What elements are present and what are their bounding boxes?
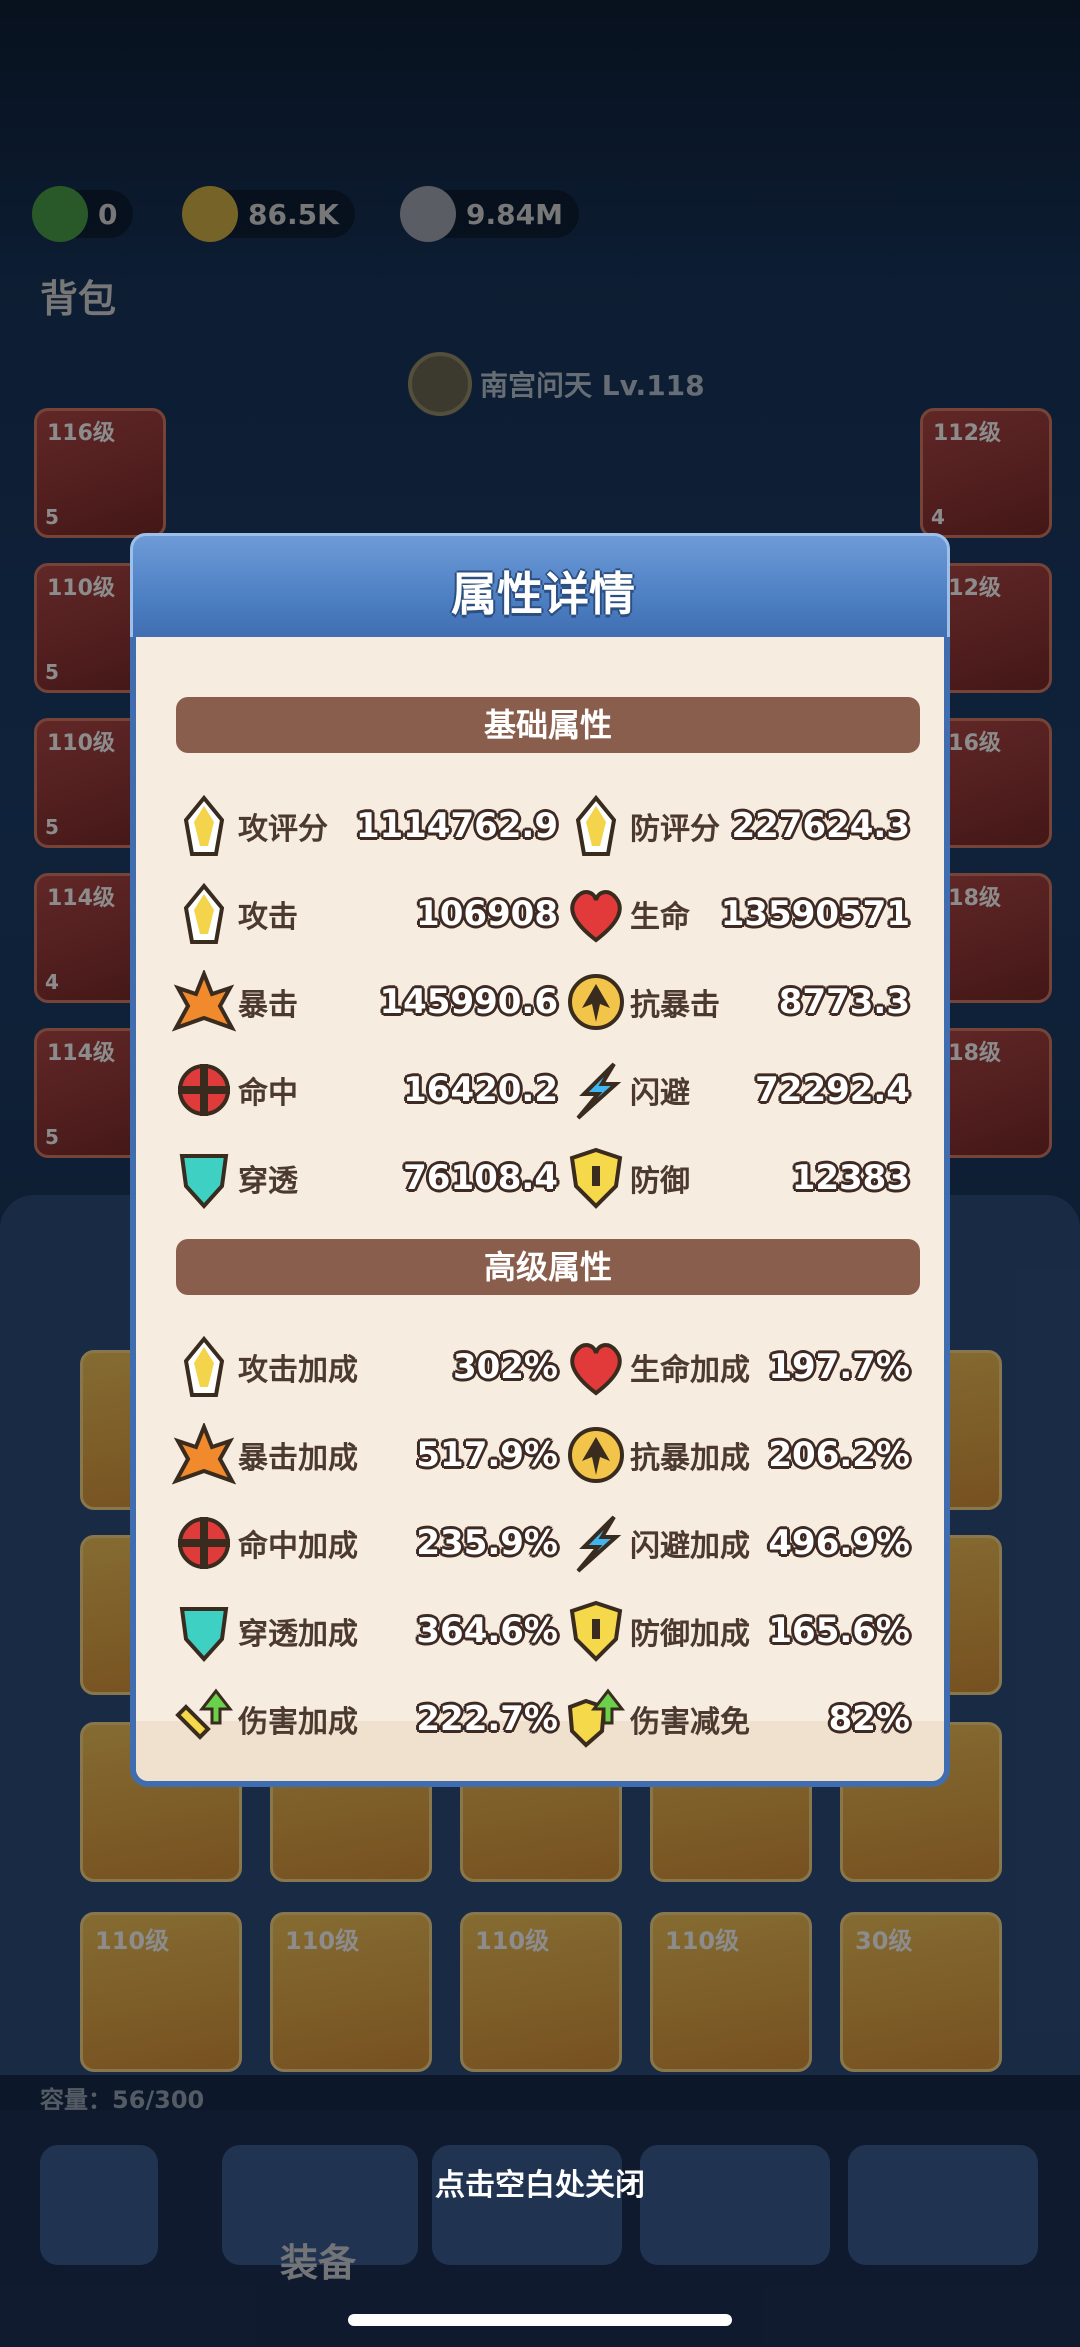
basic-stat-row: 命中 16420.2 [172,1054,558,1126]
basic-stat-row: 攻评分 1114762.9 [172,790,558,862]
crit-icon [172,970,236,1032]
stat-name: 暴击 [238,988,298,1023]
advanced-stat-row: 抗暴加成 206.2% [564,1419,910,1491]
stat-name: 抗暴击 [630,988,720,1023]
stat-name: 抗暴加成 [630,1441,750,1476]
basic-stat-row: 穿透 76108.4 [172,1142,558,1214]
stat-name: 命中 [238,1076,298,1111]
modal-header: 属性详情 [130,533,950,643]
stat-value: 227624.3 [731,806,910,846]
dodge-icon [576,1062,622,1120]
attack-icon [183,882,225,944]
attribute-detail-modal: 属性详情 基础属性高级属性 攻评分 1114762.9 防评分 227624.3 攻击 10… [130,533,950,1798]
crit-icon [172,1423,236,1485]
basic-stat-row: 抗暴击 8773.3 [564,966,910,1038]
stat-name: 攻击 [238,900,298,935]
basic-stat-row: 生命 13590571 [564,878,910,950]
stat-name: 防御 [630,1164,690,1199]
stat-value: 8773.3 [778,982,910,1022]
basic-stat-row: 防评分 227624.3 [564,790,910,862]
attack-rating-icon [183,794,225,856]
stat-value: 106908 [416,894,558,934]
advanced-section-header: 高级属性 [176,1239,920,1295]
advanced-stat-row: 防御加成 165.6% [564,1595,910,1667]
stat-value: 222.7% [416,1699,558,1739]
hit-icon [178,1517,230,1569]
advanced-stat-row: 攻击加成 302% [172,1331,558,1403]
anti-crit-icon [568,974,624,1030]
modal-body: 基础属性 高级属性 攻评分 1114762.9 防评分 227624.3 攻击 106908 生… [130,637,950,1787]
advanced-stat-row: 生命加成 197.7% [564,1331,910,1403]
stat-value: 16420.2 [403,1070,558,1110]
stat-name: 伤害减免 [630,1705,750,1740]
stat-name: 暴击加成 [238,1441,358,1476]
section-title: 基础属性 [483,706,612,744]
basic-stat-row: 暴击 145990.6 [172,966,558,1038]
heart-icon [570,890,622,943]
advanced-stat-row: 命中加成 235.9% [172,1507,558,1579]
hit-icon [178,1064,230,1116]
stat-value: 364.6% [416,1611,558,1651]
basic-stat-row: 防御 12383 [564,1142,910,1214]
pierce-icon [179,1607,229,1662]
dodge-icon [576,1515,622,1573]
advanced-stat-row: 伤害减免 82% [564,1683,910,1755]
stat-value: 206.2% [768,1435,910,1475]
advanced-stat-row: 暴击加成 517.9% [172,1419,558,1491]
modal-title: 属性详情 [451,567,635,621]
stat-name: 伤害加成 [238,1705,358,1740]
damage-reduction-icon [567,1688,626,1748]
stat-value: 13590571 [720,894,910,934]
stat-value: 302% [452,1347,558,1387]
stat-name: 穿透加成 [238,1617,358,1652]
stat-name: 防评分 [630,812,720,847]
stat-value: 496.9% [768,1523,910,1563]
basic-section-header: 基础属性 [176,697,920,753]
close-hint: 点击空白处关闭 [435,2168,645,2203]
stat-value: 12383 [791,1158,910,1198]
stat-name: 穿透 [238,1164,298,1199]
damage-bonus-icon [175,1688,234,1740]
stat-name: 生命 [630,900,690,935]
pierce-icon [179,1154,229,1209]
stat-value: 517.9% [416,1435,558,1475]
stat-name: 闪避加成 [630,1529,750,1564]
section-title: 高级属性 [483,1248,612,1286]
stat-value: 1114762.9 [355,806,558,846]
stat-name: 防御加成 [630,1617,750,1652]
advanced-stat-row: 伤害加成 222.7% [172,1683,558,1755]
stat-value: 197.7% [768,1347,910,1387]
stat-name: 攻评分 [238,812,328,847]
advanced-stat-row: 穿透加成 364.6% [172,1595,558,1667]
stat-value: 72292.4 [755,1070,910,1110]
stat-value: 145990.6 [379,982,558,1022]
attack-icon [183,1335,225,1397]
advanced-stat-row: 闪避加成 496.9% [564,1507,910,1579]
defense-rating-icon [575,794,617,856]
stat-name: 生命加成 [630,1353,750,1388]
basic-stat-row: 攻击 106908 [172,878,558,950]
basic-stat-row: 闪避 72292.4 [564,1054,910,1126]
stat-name: 命中加成 [238,1529,358,1564]
stat-value: 235.9% [416,1523,558,1563]
stat-value: 165.6% [768,1611,910,1651]
stat-name: 闪避 [630,1076,690,1111]
shield-icon [569,1147,623,1209]
anti-crit-icon [568,1427,624,1483]
shield-icon [569,1600,623,1662]
stat-name: 攻击加成 [238,1353,358,1388]
stat-value: 76108.4 [403,1158,558,1198]
home-indicator[interactable] [348,2314,732,2326]
heart-icon [570,1343,622,1396]
stat-value: 82% [828,1699,910,1739]
